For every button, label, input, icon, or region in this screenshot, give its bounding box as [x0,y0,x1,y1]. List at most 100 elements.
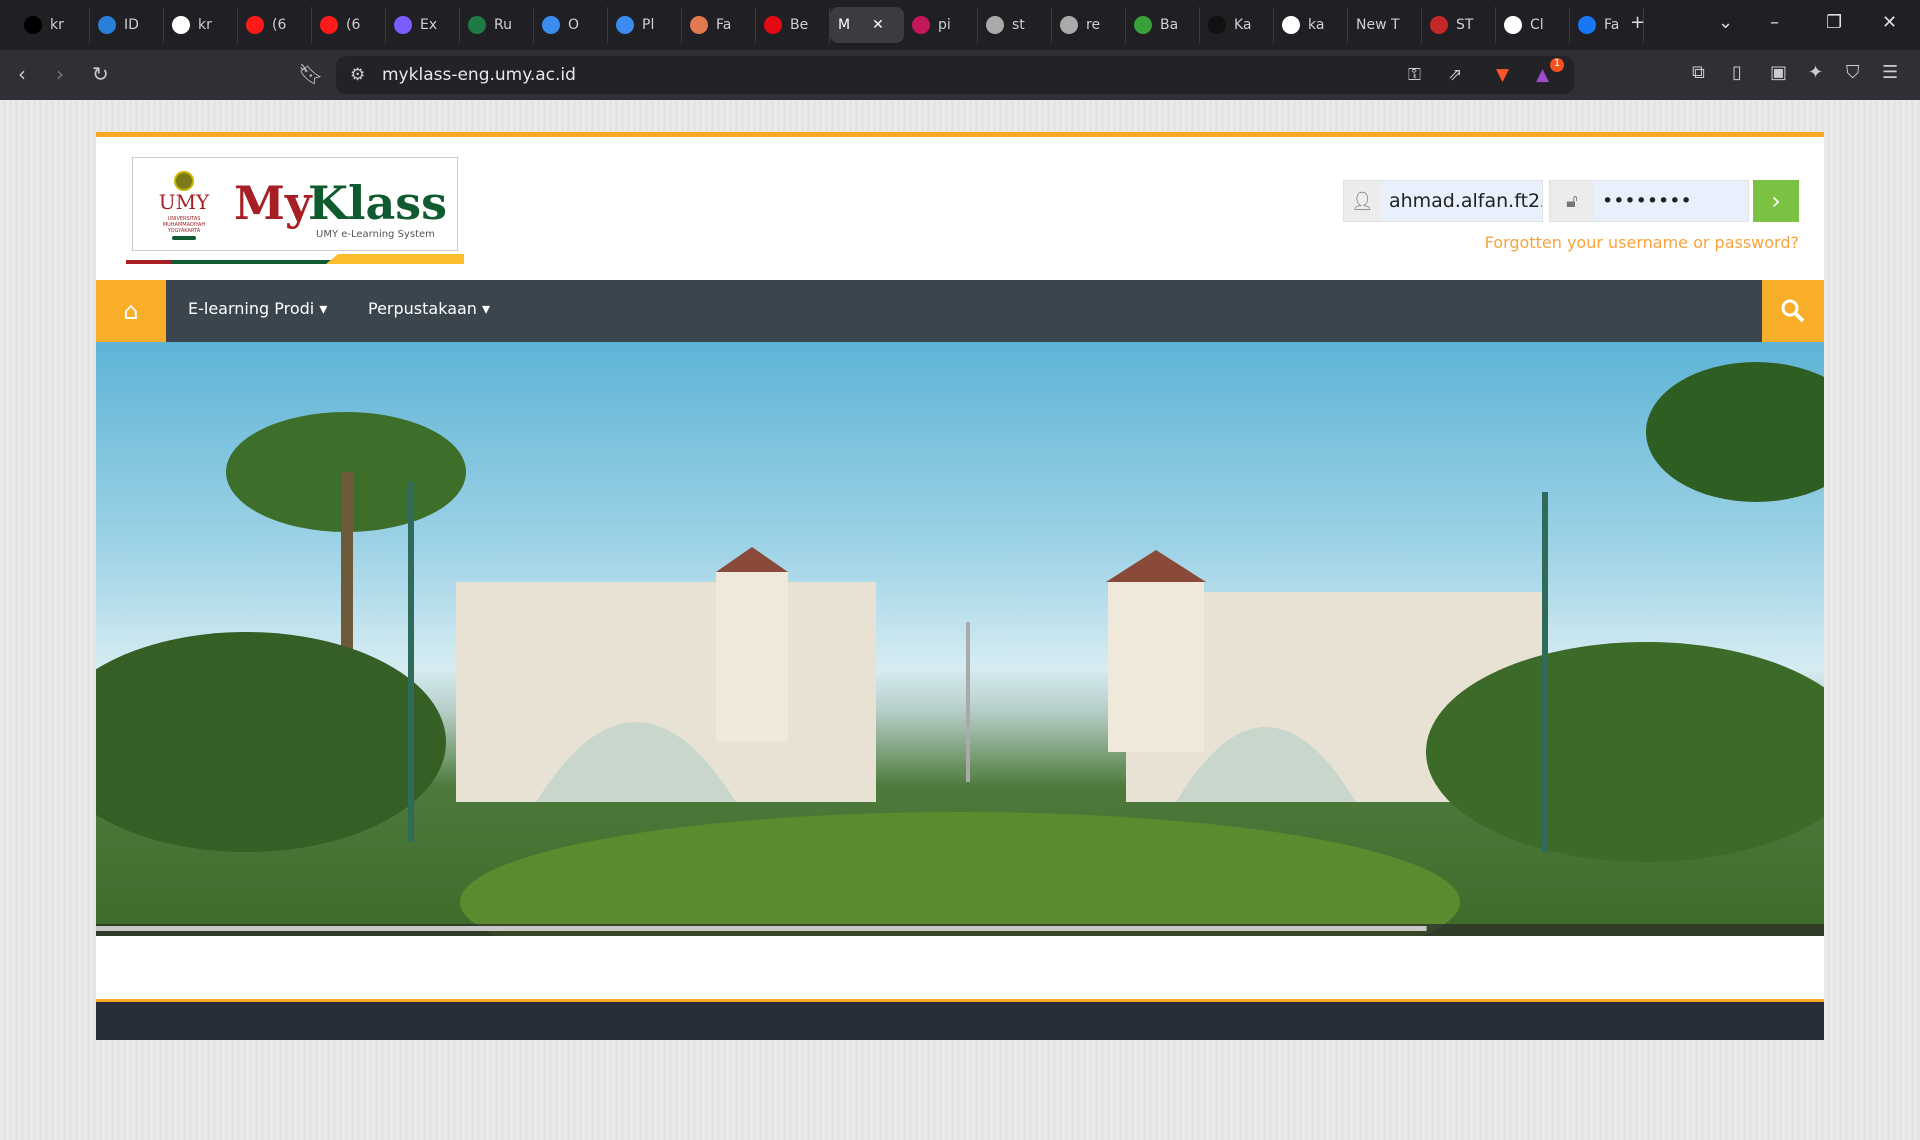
browser-tab[interactable]: ID [90,7,164,43]
tab-favicon-icon [1134,16,1152,34]
tab-favicon-icon [616,16,634,34]
browser-tab[interactable]: Be [756,7,830,43]
tab-title: st [1012,17,1025,33]
svg-text:My: My [234,176,313,230]
browser-tab[interactable]: Cl [1496,7,1570,43]
site-settings-icon[interactable]: ⚙︎ [350,65,365,85]
search-button[interactable] [1762,280,1824,342]
browser-tab[interactable]: pi [904,7,978,43]
tab-title: Ex [420,17,438,33]
tab-favicon-icon [542,16,560,34]
tab-favicon-icon [98,16,116,34]
brave-shields-icon[interactable]: ▼ [1496,65,1509,85]
svg-text:YOGYAKARTA: YOGYAKARTA [167,228,201,234]
tab-title: Be [790,17,809,33]
tab-favicon-icon [246,16,264,34]
tab-favicon-icon [1430,16,1448,34]
menu-icon[interactable]: ☰ [1882,62,1898,83]
share-icon[interactable]: ⇗ [1448,65,1462,85]
login-submit-button[interactable]: › [1753,180,1799,222]
tab-favicon-icon [394,16,412,34]
tab-title: Fa [1604,17,1620,33]
close-window-button[interactable]: ✕ [1882,12,1897,33]
restore-button[interactable]: ❐ [1826,12,1842,33]
browser-tab[interactable]: Ka [1200,7,1274,43]
site-header: UMY UNIVERSITAS MUHAMMADIYAH YOGYAKARTA … [96,137,1824,280]
browser-tab[interactable]: ST [1422,7,1496,43]
page-background: UMY UNIVERSITAS MUHAMMADIYAH YOGYAKARTA … [0,100,1920,1140]
browser-tab[interactable]: Ba [1126,7,1200,43]
browser-tab[interactable]: (6 [238,7,312,43]
tab-title: kr [198,17,212,33]
forward-icon[interactable]: › [56,62,64,86]
tab-title: Fa [716,17,732,33]
browser-tab[interactable]: re [1052,7,1126,43]
bookmark-icon[interactable]: 🔖︎ [298,62,323,86]
back-icon[interactable]: ‹ [18,62,26,86]
home-icon: ⌂ [123,297,139,325]
search-icon [1781,299,1805,323]
content-area [96,936,1824,999]
browser-tab[interactable]: st [978,7,1052,43]
tab-favicon-icon [1208,16,1226,34]
browser-tab[interactable]: New T [1348,7,1422,43]
browser-tab[interactable]: Ex [386,7,460,43]
tab-favicon-icon [764,16,782,34]
browser-tab[interactable]: (6 [312,7,386,43]
tab-favicon-icon [1504,16,1522,34]
username-field[interactable]: 👤︎ ahmad.alfan.ft23@ [1343,180,1543,222]
browser-tab[interactable]: kr [164,7,238,43]
logo-graphic: UMY UNIVERSITAS MUHAMMADIYAH YOGYAKARTA … [126,171,464,264]
extensions-icon[interactable]: ⧉ [1692,62,1705,83]
wallet-icon[interactable]: ▣ [1770,62,1787,83]
leo-ai-icon[interactable]: ✦ [1808,62,1823,83]
tab-favicon-icon [1060,16,1078,34]
add-tab-button[interactable]: + [1630,12,1645,33]
tab-title: (6 [346,17,361,33]
brave-rewards-icon[interactable]: ▲ [1536,65,1549,85]
reload-icon[interactable]: ↻ [92,62,109,86]
browser-tab[interactable]: Ru [460,7,534,43]
tab-title: O [568,17,580,33]
browser-tab[interactable]: Fa [682,7,756,43]
svg-text:UMY e-Learning System: UMY e-Learning System [316,229,435,240]
key-icon[interactable]: ⚿ [1408,65,1421,85]
url-text[interactable]: myklass-eng.umy.ac.id [382,65,576,85]
tab-list-chevron-icon[interactable]: ⌄ [1718,12,1733,33]
browser-tab[interactable]: kr [16,7,90,43]
nav-elearning-prodi[interactable]: E-learning Prodi ▾ [188,299,327,318]
forgot-password-link[interactable]: Forgotten your username or password? [1485,233,1799,252]
tab-title: Ka [1234,17,1252,33]
home-button[interactable]: ⌂ [96,280,166,342]
tab-title: ka [1308,17,1325,33]
hero-slider-image[interactable] [96,342,1824,936]
tab-title: pi [938,17,951,33]
browser-tab[interactable]: O [534,7,608,43]
tab-title: re [1086,17,1101,33]
myklass-logo[interactable]: UMY UNIVERSITAS MUHAMMADIYAH YOGYAKARTA … [126,157,464,264]
browser-tab[interactable]: M ✕ [830,7,904,43]
tab-favicon-icon [1282,16,1300,34]
browser-tab[interactable]: ka [1274,7,1348,43]
tab-favicon-icon [912,16,930,34]
svg-text:Klass: Klass [308,176,447,230]
tab-favicon-icon [172,16,190,34]
vpn-icon[interactable]: ⛉ [1846,62,1860,83]
user-icon: 👤︎ [1344,181,1381,221]
sidebar-icon[interactable]: ▯ [1732,62,1742,83]
tab-favicon-icon [320,16,338,34]
tab-title: kr [50,17,64,33]
minimize-button[interactable]: – [1770,12,1779,33]
nav-perpustakaan[interactable]: Perpustakaan ▾ [368,299,490,318]
main-navbar: ⌂ E-learning Prodi ▾ Perpustakaan ▾ [96,280,1824,342]
tab-favicon-icon [468,16,486,34]
browser-tab[interactable]: Pl [608,7,682,43]
tab-favicon-icon [986,16,1004,34]
address-toolbar: ‹ › ↻ 🔖︎ ⚙︎ myklass-eng.umy.ac.id ⚿ ⇗ ▼ … [0,50,1920,100]
tab-title: M [838,17,851,33]
slider-progress-bar [96,926,1427,931]
close-tab-icon[interactable]: ✕ [872,17,884,33]
password-field[interactable]: 🔓︎ •••••••• [1549,180,1749,222]
tab-title: Pl [642,17,655,33]
address-bar[interactable]: ⚙︎ myklass-eng.umy.ac.id ⚿ ⇗ ▼ ▲ 1 [336,56,1574,94]
